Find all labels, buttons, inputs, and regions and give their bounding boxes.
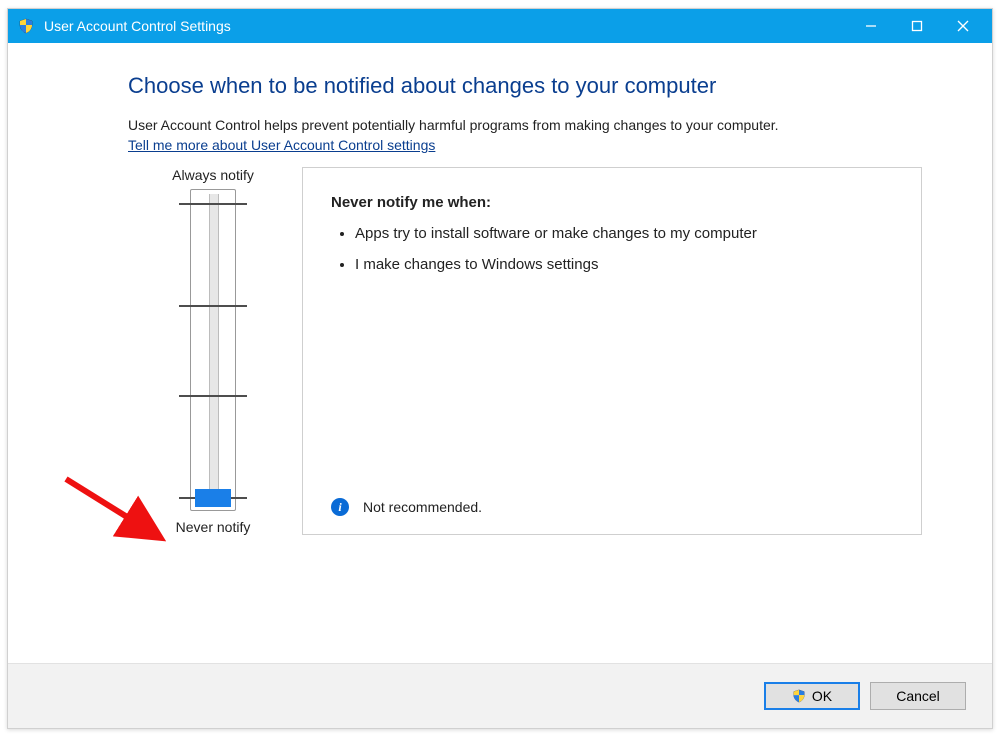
slider-label-top: Always notify — [128, 167, 298, 183]
uac-shield-icon — [18, 18, 34, 34]
panel-title: Never notify me when: — [331, 194, 893, 211]
help-link[interactable]: Tell me more about User Account Control … — [128, 137, 435, 153]
close-button[interactable] — [940, 9, 986, 43]
cancel-button-label: Cancel — [896, 688, 940, 704]
uac-settings-window: User Account Control Settings Choose whe… — [7, 8, 993, 729]
slider-label-bottom: Never notify — [128, 519, 298, 535]
titlebar: User Account Control Settings — [8, 9, 992, 43]
uac-shield-icon — [792, 689, 806, 703]
page-heading: Choose when to be notified about changes… — [128, 73, 922, 99]
minimize-button[interactable] — [848, 9, 894, 43]
panel-bullet: Apps try to install software or make cha… — [355, 225, 893, 242]
ok-button-label: OK — [812, 688, 832, 704]
client-area: Choose when to be notified about changes… — [8, 43, 992, 728]
panel-bullet: I make changes to Windows settings — [355, 256, 893, 273]
cancel-button[interactable]: Cancel — [870, 682, 966, 710]
window-title: User Account Control Settings — [44, 18, 231, 34]
notification-slider[interactable] — [190, 189, 236, 511]
slider-thumb[interactable] — [195, 489, 231, 507]
notification-slider-column: Always notify Never notify — [128, 167, 298, 535]
dialog-footer: OK Cancel — [8, 663, 992, 728]
recommendation-text: Not recommended. — [363, 499, 482, 515]
maximize-button[interactable] — [894, 9, 940, 43]
info-icon: i — [331, 498, 349, 516]
page-subtext: User Account Control helps prevent poten… — [128, 117, 922, 133]
ok-button[interactable]: OK — [764, 682, 860, 710]
notification-level-panel: Never notify me when: Apps try to instal… — [302, 167, 922, 535]
